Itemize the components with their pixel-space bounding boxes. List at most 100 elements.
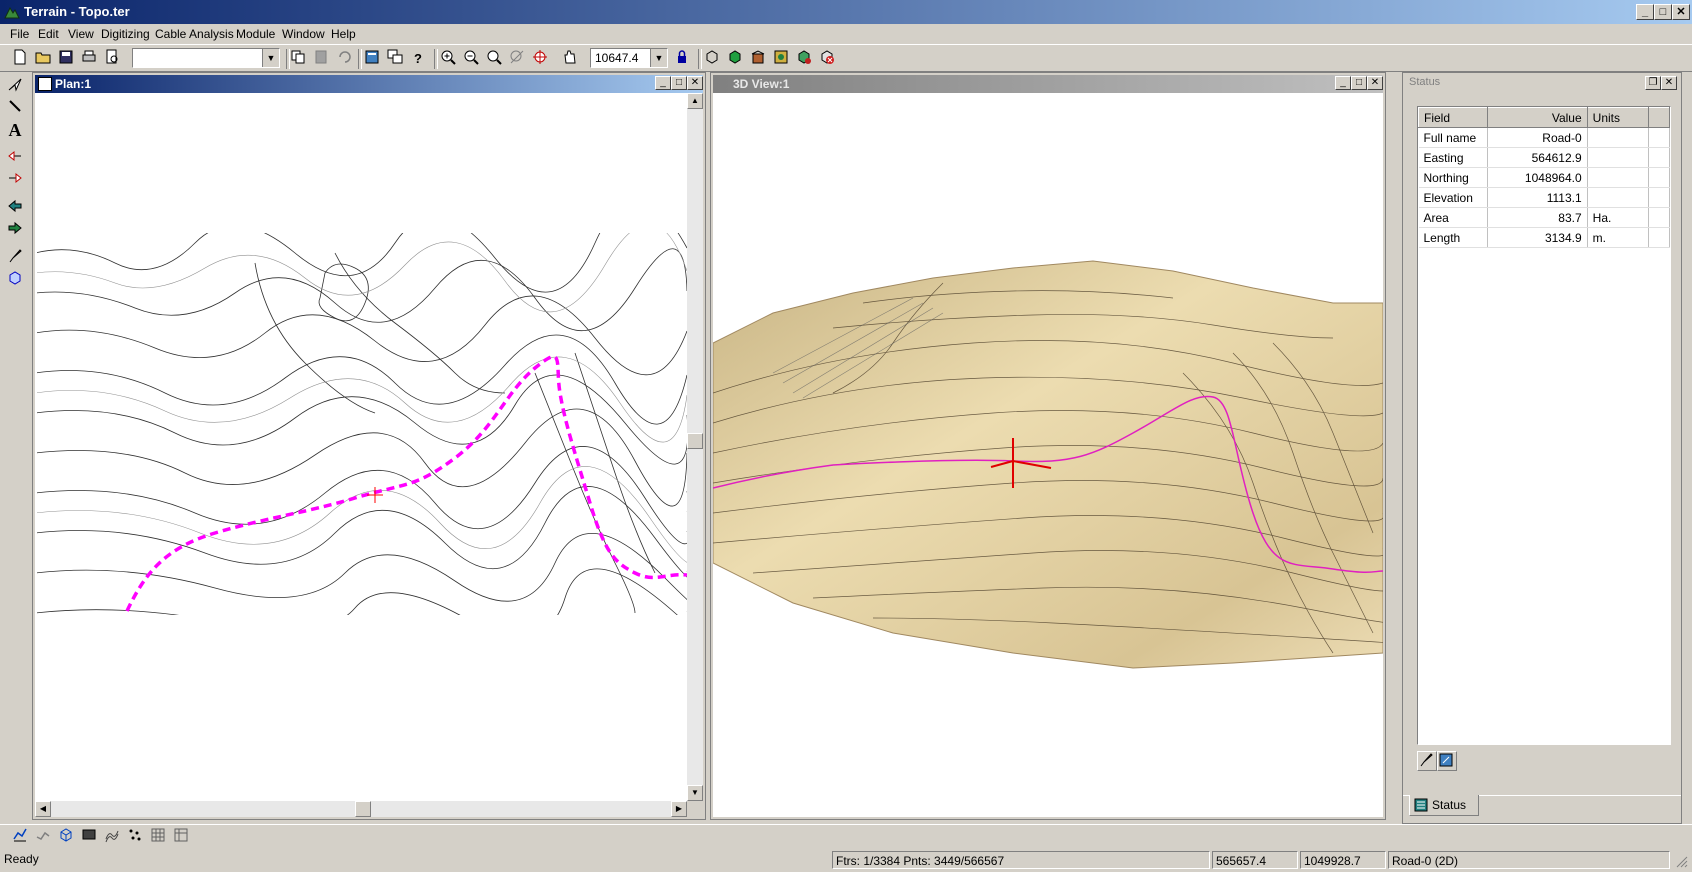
- plan-vertical-scrollbar[interactable]: ▲ ▼: [687, 93, 703, 801]
- status-grid[interactable]: Field Value Units Full name Road-0 Easti…: [1417, 106, 1671, 745]
- brush-icon[interactable]: [5, 248, 25, 268]
- undo-icon[interactable]: [334, 49, 354, 69]
- plan-close-button[interactable]: ✕: [687, 76, 703, 90]
- menu-window[interactable]: Window: [282, 27, 325, 41]
- view3d-maximize-button[interactable]: □: [1351, 76, 1367, 90]
- building-icon[interactable]: [748, 49, 768, 69]
- status-brush-button[interactable]: [1417, 751, 1437, 771]
- tab-status[interactable]: Status: [1409, 795, 1479, 816]
- box-3d-icon[interactable]: [56, 827, 76, 847]
- select-arrow-icon[interactable]: [5, 76, 25, 96]
- view3d-canvas[interactable]: [712, 93, 1416, 817]
- menu-digitizing[interactable]: Digitizing: [101, 27, 150, 41]
- row-value: 1113.1: [1487, 187, 1588, 208]
- lock-icon[interactable]: [672, 49, 692, 69]
- cube-select-icon[interactable]: [5, 270, 25, 290]
- green-cube-icon[interactable]: [725, 49, 745, 69]
- terrain-app-icon[interactable]: [4, 4, 20, 20]
- zoom-target-icon[interactable]: [530, 49, 550, 69]
- scale-combo[interactable]: 10647.4 ▼: [590, 48, 668, 68]
- scroll-left-icon[interactable]: ◀: [35, 801, 51, 817]
- profile-icon[interactable]: [10, 827, 30, 847]
- dock-restore-icon[interactable]: ❐: [1645, 76, 1661, 90]
- table-row[interactable]: Northing 1048964.0: [1418, 167, 1671, 188]
- section-icon[interactable]: [33, 827, 53, 847]
- pencil-icon[interactable]: [5, 98, 25, 118]
- maximize-button[interactable]: □: [1654, 4, 1672, 20]
- plan-minimize-button[interactable]: _: [655, 76, 671, 90]
- menu-edit[interactable]: Edit: [38, 27, 59, 41]
- menu-file[interactable]: File: [10, 27, 29, 41]
- properties-icon[interactable]: [362, 49, 382, 69]
- plan-canvas[interactable]: [34, 93, 724, 801]
- grid-icon[interactable]: [148, 827, 168, 847]
- scroll-up-icon[interactable]: ▲: [687, 93, 703, 109]
- column-header-field[interactable]: Field: [1417, 107, 1489, 128]
- print-icon[interactable]: [79, 49, 99, 69]
- status-close-button[interactable]: ✕: [1661, 76, 1677, 90]
- view3d-minimize-button[interactable]: _: [1335, 76, 1351, 90]
- scroll-right-icon[interactable]: ▶: [671, 801, 687, 817]
- insert-point-before-icon[interactable]: [5, 148, 25, 168]
- points-icon[interactable]: [125, 827, 145, 847]
- table-row[interactable]: Length 3134.9 m.: [1418, 227, 1671, 248]
- previous-arrow-icon[interactable]: [5, 198, 25, 218]
- table-row[interactable]: Area 83.7 Ha.: [1418, 207, 1671, 228]
- zoom-out-icon[interactable]: [461, 49, 481, 69]
- column-header-value[interactable]: Value: [1487, 107, 1588, 128]
- table-grid-icon[interactable]: [171, 827, 191, 847]
- row-filler: [1648, 207, 1671, 228]
- wireframe-cube-icon[interactable]: [702, 49, 722, 69]
- plan-maximize-button[interactable]: □: [671, 76, 687, 90]
- vertical-scroll-thumb[interactable]: [687, 433, 703, 449]
- plan-window[interactable]: Plan:1 _ □ ✕ ▲ ▼ ◀ ▶: [32, 72, 724, 820]
- table-row[interactable]: Elevation 1113.1: [1418, 187, 1671, 208]
- northing-readout: 1049928.7: [1300, 851, 1386, 869]
- menu-view[interactable]: View: [68, 27, 94, 41]
- zoom-window-icon[interactable]: [507, 49, 527, 69]
- table-row[interactable]: Easting 564612.9: [1418, 147, 1671, 168]
- row-filler: [1648, 187, 1671, 208]
- zoom-extents-icon[interactable]: [484, 49, 504, 69]
- next-arrow-icon[interactable]: [5, 220, 25, 240]
- new-file-icon[interactable]: [10, 49, 30, 69]
- menu-cable-analysis[interactable]: Cable Analysis: [155, 27, 234, 41]
- paste-icon[interactable]: [311, 49, 331, 69]
- open-folder-icon[interactable]: [33, 49, 53, 69]
- contour-icon[interactable]: [102, 827, 122, 847]
- text-tool-icon[interactable]: A: [5, 120, 25, 140]
- menu-module[interactable]: Module: [236, 27, 275, 41]
- pan-hand-icon[interactable]: [560, 49, 580, 69]
- view3d-close-button[interactable]: ✕: [1367, 76, 1383, 90]
- chevron-down-icon[interactable]: ▼: [650, 49, 667, 67]
- insert-point-after-icon[interactable]: [5, 170, 25, 190]
- plan-window-titlebar[interactable]: Plan:1 _ □ ✕: [35, 75, 703, 93]
- terrain-refresh-icon[interactable]: [794, 49, 814, 69]
- menu-help[interactable]: Help: [331, 27, 356, 41]
- help-icon[interactable]: ?: [408, 49, 428, 69]
- view3d-window[interactable]: 3D View:1 _ □ ✕: [710, 72, 1416, 820]
- resize-grip-icon[interactable]: [1674, 854, 1688, 868]
- plan-road-line[interactable]: [125, 355, 688, 612]
- zoom-in-icon[interactable]: [438, 49, 458, 69]
- table-row[interactable]: Full name Road-0: [1418, 127, 1671, 148]
- minimize-button[interactable]: _: [1636, 4, 1654, 20]
- monitor-icon[interactable]: [79, 827, 99, 847]
- column-header-filler: [1647, 107, 1671, 128]
- scroll-down-icon[interactable]: ▼: [687, 785, 703, 801]
- horizontal-scroll-thumb[interactable]: [355, 801, 371, 817]
- view3d-window-titlebar[interactable]: 3D View:1 _ □ ✕: [713, 75, 1383, 93]
- column-header-units[interactable]: Units: [1586, 107, 1649, 128]
- layer-combo[interactable]: ▼: [132, 48, 280, 68]
- windows-icon[interactable]: [385, 49, 405, 69]
- save-icon[interactable]: [56, 49, 76, 69]
- status-panel-titlebar[interactable]: Status ❐ ✕: [1405, 75, 1679, 91]
- no-render-icon[interactable]: [817, 49, 837, 69]
- chevron-down-icon[interactable]: ▼: [262, 49, 279, 67]
- close-button[interactable]: ✕: [1672, 4, 1690, 20]
- render-options-icon[interactable]: [771, 49, 791, 69]
- plan-horizontal-scrollbar[interactable]: ◀ ▶: [35, 801, 687, 817]
- print-preview-icon[interactable]: [102, 49, 122, 69]
- copy-icon[interactable]: [288, 49, 308, 69]
- status-edit-button[interactable]: [1437, 751, 1457, 771]
